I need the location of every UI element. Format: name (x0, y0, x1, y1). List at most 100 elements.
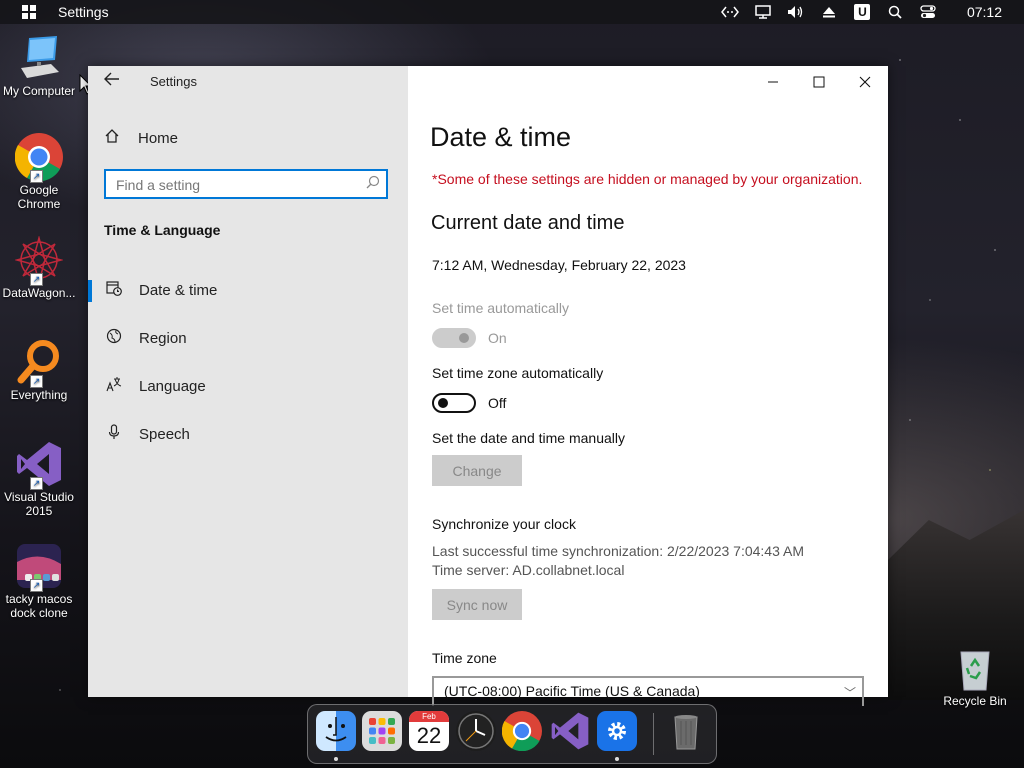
desktop-icon-label: DataWagon... (2, 286, 76, 300)
desktop-icon-datawagon[interactable]: ↗ DataWagon... (0, 235, 78, 300)
shortcut-arrow-icon: ↗ (30, 273, 43, 286)
clock-icon[interactable] (456, 711, 496, 751)
change-button[interactable]: Change (432, 455, 522, 486)
calendar-clock-icon (104, 280, 124, 300)
desktop-icon-recycle-bin[interactable]: Recycle Bin (936, 644, 1014, 708)
managed-warning: *Some of these settings are hidden or ma… (432, 171, 863, 187)
u-app-icon[interactable]: U (846, 0, 879, 24)
visual-studio-icon[interactable] (550, 711, 590, 751)
nav-item-region[interactable]: Region (88, 316, 408, 360)
trash-icon[interactable] (666, 711, 706, 751)
nav-item-label: Language (139, 377, 206, 395)
time-server-text: Time server: AD.collabnet.local (432, 562, 625, 578)
computer-icon (15, 34, 63, 82)
nav-item-speech[interactable]: Speech (88, 412, 408, 456)
minimize-icon (768, 81, 778, 83)
settings-icon[interactable] (597, 711, 637, 751)
globe-icon (104, 328, 124, 348)
finder-icon[interactable] (316, 711, 356, 751)
search-icon[interactable] (879, 0, 912, 24)
desktop-icon-label: Everything (10, 388, 68, 402)
maximize-icon (813, 76, 825, 88)
display-icon[interactable] (747, 0, 780, 24)
windows-logo-icon[interactable] (22, 5, 36, 19)
current-date-time-heading: Current date and time (431, 212, 625, 234)
top-menu-bar: Settings U 07:12 (0, 0, 1024, 24)
datawagon-icon: ↗ (14, 235, 64, 286)
toggle-icon[interactable] (912, 0, 945, 24)
home-link[interactable]: Home (104, 128, 178, 148)
current-date-time-value: 7:12 AM, Wednesday, February 22, 2023 (432, 257, 686, 273)
launchpad-icon[interactable] (362, 711, 402, 751)
toggle-knob (438, 398, 448, 408)
microphone-icon (104, 424, 124, 444)
calendar-icon[interactable]: Feb 22 (409, 711, 449, 751)
home-label: Home (138, 129, 179, 147)
shortcut-arrow-icon: ↗ (30, 477, 43, 490)
settings-window: Settings Home Time & Language Date & tim… (88, 66, 888, 706)
shortcut-arrow-icon: ↗ (30, 375, 43, 388)
window-title: Settings (150, 74, 197, 89)
desktop-icon-my-computer[interactable]: My Computer (0, 34, 78, 98)
search-input[interactable] (114, 176, 358, 194)
desktop-icon-visual-studio-2015[interactable]: ↗ Visual Studio 2015 (0, 440, 78, 518)
visual-studio-icon: ↗ (15, 440, 63, 490)
chevron-down-icon: ﹀ (843, 686, 856, 700)
settings-content: Date & time *Some of these settings are … (408, 66, 888, 706)
dock-divider (653, 713, 654, 755)
maximize-button[interactable] (796, 66, 842, 98)
calendar-day: 22 (416, 723, 442, 748)
desktop-icon-tacky-macos-dock-clone[interactable]: ↗ tacky macos dock clone (0, 542, 78, 620)
chrome-icon[interactable] (501, 711, 542, 752)
desktop-icon-label: Visual Studio 2015 (4, 490, 74, 518)
page-title: Date & time (430, 122, 572, 152)
calendar-month: Feb (409, 711, 449, 722)
set-time-auto-toggle[interactable] (432, 328, 476, 348)
back-button[interactable] (104, 72, 124, 92)
dock-clone-icon: ↗ (15, 542, 63, 592)
search-icon (366, 175, 380, 192)
language-icon (104, 376, 124, 396)
search-box[interactable] (104, 169, 388, 199)
desktop-icon-label: Google Chrome (17, 183, 61, 211)
nav-item-label: Speech (139, 425, 190, 443)
manual-date-time-label: Set the date and time manually (432, 430, 626, 446)
time-zone-select[interactable]: (UTC-08:00) Pacific Time (US & Canada) ﹀ (432, 676, 864, 706)
remote-desktop-icon[interactable] (714, 0, 747, 24)
toggle-knob (459, 333, 469, 343)
desktop-icon-google-chrome[interactable]: ↗ Google Chrome (0, 133, 78, 211)
system-tray: U 07:12 (714, 0, 1024, 24)
dock: Feb 22 (307, 704, 717, 764)
sync-now-button[interactable]: Sync now (432, 589, 522, 620)
recycle-bin-icon (951, 644, 999, 692)
time-zone-label: Time zone (432, 650, 497, 666)
set-timezone-auto-state: Off (488, 395, 507, 411)
running-indicator (334, 757, 338, 761)
set-timezone-auto-label: Set time zone automatically (432, 365, 604, 381)
menu-bar-clock[interactable]: 07:12 (967, 4, 1002, 20)
home-icon (104, 128, 124, 148)
desktop-icon-label: tacky macos dock clone (5, 592, 73, 620)
active-app-title: Settings (58, 4, 109, 20)
set-time-auto-label: Set time automatically (432, 300, 569, 316)
shortcut-arrow-icon: ↗ (30, 170, 43, 183)
eject-icon[interactable] (813, 0, 846, 24)
sync-clock-heading: Synchronize your clock (432, 516, 576, 532)
everything-search-icon: ↗ (15, 338, 63, 388)
back-arrow-icon (104, 72, 119, 86)
desktop-icon-everything[interactable]: ↗ Everything (0, 338, 78, 402)
volume-icon[interactable] (780, 0, 813, 24)
desktop-icon-label: My Computer (2, 84, 76, 98)
nav-item-date-time[interactable]: Date & time (88, 268, 408, 312)
chrome-icon: ↗ (14, 133, 63, 183)
shortcut-arrow-icon: ↗ (30, 579, 43, 592)
set-timezone-auto-toggle[interactable] (432, 393, 476, 413)
close-button[interactable] (842, 66, 888, 98)
nav-item-language[interactable]: Language (88, 364, 408, 408)
last-sync-text: Last successful time synchronization: 2/… (432, 543, 804, 559)
desktop-icon-label: Recycle Bin (943, 694, 1007, 708)
minimize-button[interactable] (750, 66, 796, 98)
settings-sidebar: Settings Home Time & Language Date & tim… (88, 66, 408, 697)
close-icon (859, 76, 871, 88)
nav-item-label: Region (139, 329, 187, 347)
